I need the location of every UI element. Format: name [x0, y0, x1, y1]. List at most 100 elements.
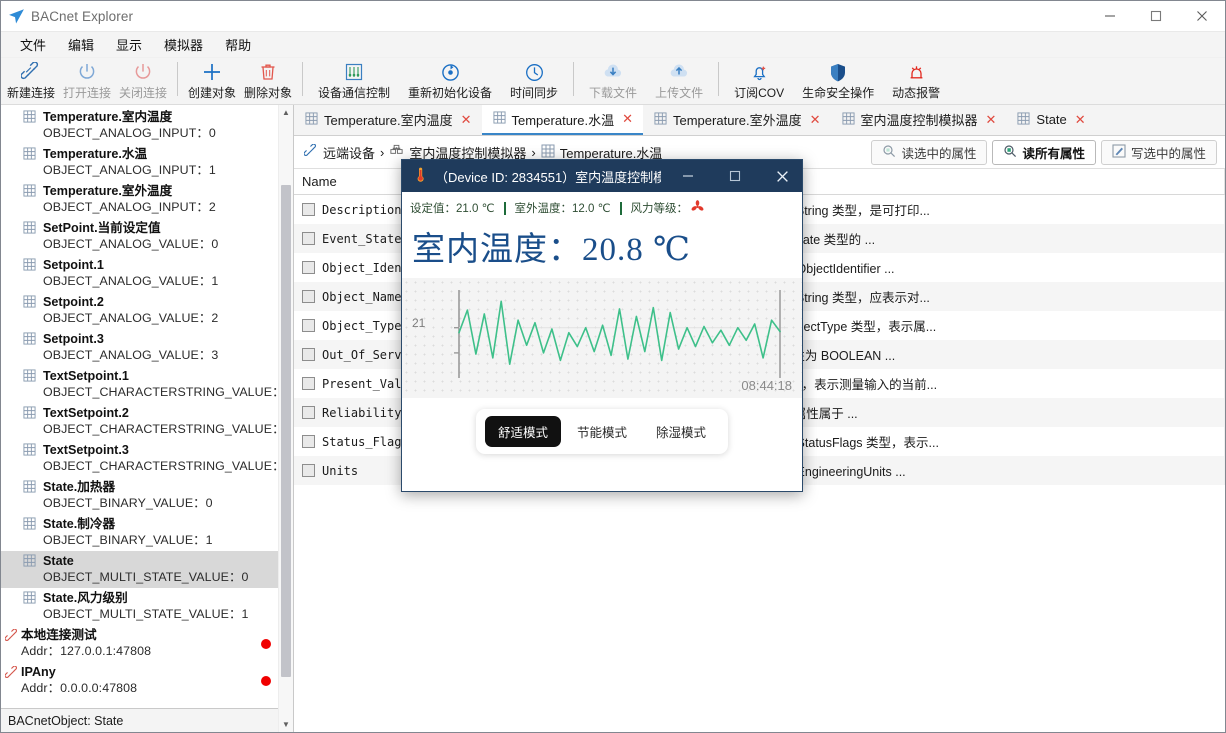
tree-object-node[interactable]: Setpoint.3OBJECT_ANALOG_VALUE：3: [1, 329, 293, 366]
row-checkbox[interactable]: [302, 232, 315, 245]
menu-item-help[interactable]: 帮助: [214, 32, 262, 57]
tree-object-node[interactable]: TextSetpoint.1OBJECT_CHARACTERSTRING_VAL…: [1, 366, 293, 403]
menu-item-edit[interactable]: 编辑: [57, 32, 105, 57]
row-checkbox[interactable]: [302, 435, 315, 448]
tree-object-node[interactable]: Setpoint.1OBJECT_ANALOG_VALUE：1: [1, 255, 293, 292]
tree-object-node[interactable]: StateOBJECT_MULTI_STATE_VALUE：0: [1, 551, 293, 588]
scroll-down-arrow[interactable]: ▼: [279, 717, 293, 732]
simulator-dialog[interactable]: （Device ID: 2834551）室内温度控制模... 设定值：21.0 …: [401, 159, 803, 492]
tree-object-node[interactable]: State.加热器OBJECT_BINARY_VALUE：0: [1, 477, 293, 514]
tree-object-node[interactable]: TextSetpoint.2OBJECT_CHARACTERSTRING_VAL…: [1, 403, 293, 440]
tree-device-node[interactable]: IPAnyAddr：0.0.0.0:47808: [1, 662, 293, 699]
tree-node-subtitle: OBJECT_ANALOG_INPUT：1: [43, 162, 293, 178]
tree-object-node[interactable]: Setpoint.2OBJECT_ANALOG_VALUE：2: [1, 292, 293, 329]
temperature-chart: 21 08:44:18: [402, 278, 802, 398]
window-minimize-button[interactable]: [1087, 1, 1133, 31]
tree-node-name: Temperature.室外温度: [43, 183, 293, 199]
toolbar-button-dynamic-alarm[interactable]: 动态报警: [883, 58, 949, 104]
tree-object-node[interactable]: Temperature.水温OBJECT_ANALOG_INPUT：1: [1, 144, 293, 181]
toolbar-button-new-connection[interactable]: 新建连接: [3, 58, 59, 104]
row-checkbox[interactable]: [302, 464, 315, 477]
read-all-properties-button[interactable]: 读所有属性: [992, 140, 1096, 165]
setpoint-stat: 设定值：21.0 ℃: [410, 200, 495, 216]
menu-item-simulator[interactable]: 模拟器: [153, 32, 214, 57]
link-icon: [304, 144, 318, 161]
tree-object-node[interactable]: SetPoint.当前设定值OBJECT_ANALOG_VALUE：0: [1, 218, 293, 255]
tab-0[interactable]: Temperature.室内温度 ✕: [294, 105, 482, 135]
row-checkbox[interactable]: [302, 290, 315, 303]
scrollbar-thumb[interactable]: [281, 185, 291, 677]
fan-level-stat: 风力等级：: [631, 199, 706, 217]
tab-close-icon[interactable]: ✕: [1075, 112, 1086, 128]
row-checkbox[interactable]: [302, 203, 315, 216]
thermometer-icon: [412, 167, 428, 186]
row-checkbox[interactable]: [302, 377, 315, 390]
dialog-minimize-button[interactable]: [668, 160, 708, 192]
toolbar-button-create-object[interactable]: 创建对象: [184, 58, 240, 104]
toolbar-button-time-sync[interactable]: 时间同步: [501, 58, 567, 104]
breadcrumb-item-remote-device[interactable]: 远端设备: [304, 143, 375, 162]
setpoint-label: 设定值：: [410, 203, 456, 215]
tree-node-name: State.加热器: [43, 479, 293, 495]
read-selected-properties-button[interactable]: 读选中的属性: [871, 140, 987, 165]
toolbar-label: 关闭连接: [119, 84, 167, 101]
tab-4[interactable]: State✕: [1006, 105, 1095, 135]
row-checkbox[interactable]: [302, 261, 315, 274]
menu-item-view[interactable]: 显示: [105, 32, 153, 57]
row-checkbox[interactable]: [302, 406, 315, 419]
write-selected-properties-button[interactable]: 写选中的属性: [1101, 140, 1217, 165]
tree-node-subtitle: OBJECT_CHARACTERSTRING_VALUE：: [43, 421, 293, 437]
dialog-maximize-button[interactable]: [715, 160, 755, 192]
tab-3[interactable]: 室内温度控制模拟器✕: [831, 105, 1007, 135]
toolbar-label: 时间同步: [510, 84, 558, 101]
link-icon: [5, 629, 18, 642]
toolbar-button-life-safety-operation[interactable]: 生命安全操作: [793, 58, 883, 104]
tree-node-subtitle: OBJECT_ANALOG_VALUE：2: [43, 310, 293, 326]
toolbar-button-delete-object[interactable]: 删除对象: [240, 58, 296, 104]
tree-node-name: Setpoint.2: [43, 294, 293, 310]
toolbar-button-reinitialize-device[interactable]: 重新初始化设备: [399, 58, 501, 104]
link-icon: [5, 666, 18, 679]
toolbar-button-upload-file[interactable]: 上传文件: [646, 58, 712, 104]
tab-1[interactable]: Temperature.水温✕: [482, 105, 644, 135]
tree-object-node[interactable]: TextSetpoint.3OBJECT_CHARACTERSTRING_VAL…: [1, 440, 293, 477]
sliders-icon: [344, 61, 364, 83]
mode-button-comfort[interactable]: 舒适模式: [485, 416, 561, 447]
tree-scrollbar[interactable]: ▲ ▼: [278, 105, 293, 732]
dialog-close-button[interactable]: [762, 160, 802, 192]
tree-object-node[interactable]: Temperature.室外温度OBJECT_ANALOG_INPUT：2: [1, 181, 293, 218]
toolbar-button-device-comm-control[interactable]: 设备通信控制: [309, 58, 399, 104]
window-maximize-button[interactable]: [1133, 1, 1179, 31]
toolbar-button-download-file[interactable]: 下载文件: [580, 58, 646, 104]
mode-button-eco[interactable]: 节能模式: [564, 416, 640, 447]
property-name: Reliability: [322, 406, 401, 420]
breadcrumb-separator: ›: [380, 145, 384, 160]
tree-device-node[interactable]: 本地连接测试Addr：127.0.0.1:47808: [1, 625, 293, 662]
object-grid-icon: [23, 221, 36, 234]
tab-close-icon[interactable]: ✕: [622, 111, 633, 127]
tab-close-icon[interactable]: ✕: [461, 112, 472, 128]
object-tree[interactable]: Temperature.室内温度OBJECT_ANALOG_INPUT：0Tem…: [1, 105, 293, 708]
outdoor-temp-label: 室外温度：: [515, 203, 573, 215]
power-off-icon: [133, 61, 153, 83]
app-title: BACnet Explorer: [31, 9, 133, 24]
row-checkbox[interactable]: [302, 348, 315, 361]
indoor-temp-value: 20.8 ℃: [582, 232, 691, 268]
tab-close-icon[interactable]: ✕: [986, 112, 997, 128]
tree-object-node[interactable]: State.制冷器OBJECT_BINARY_VALUE：1: [1, 514, 293, 551]
scroll-up-arrow[interactable]: ▲: [279, 105, 293, 120]
tab-2[interactable]: Temperature.室外温度✕: [643, 105, 831, 135]
tree-object-node[interactable]: Temperature.室内温度OBJECT_ANALOG_INPUT：0: [1, 107, 293, 144]
tab-label: Temperature.室内温度: [324, 110, 453, 129]
window-close-button[interactable]: [1179, 1, 1225, 31]
toolbar-button-subscribe-cov[interactable]: 订阅COV: [725, 58, 793, 104]
row-checkbox[interactable]: [302, 319, 315, 332]
menu-item-file[interactable]: 文件: [9, 32, 57, 57]
tab-close-icon[interactable]: ✕: [810, 112, 821, 128]
toolbar-button-open-connection[interactable]: 打开连接: [59, 58, 115, 104]
mode-button-dehumidify[interactable]: 除湿模式: [643, 416, 719, 447]
toolbar-button-close-connection[interactable]: 关闭连接: [115, 58, 171, 104]
status-bar: BACnetObject: State: [1, 708, 293, 732]
tree-object-node[interactable]: State.风力级别OBJECT_MULTI_STATE_VALUE：1: [1, 588, 293, 625]
tree-node-subtitle: OBJECT_CHARACTERSTRING_VALUE：: [43, 384, 293, 400]
